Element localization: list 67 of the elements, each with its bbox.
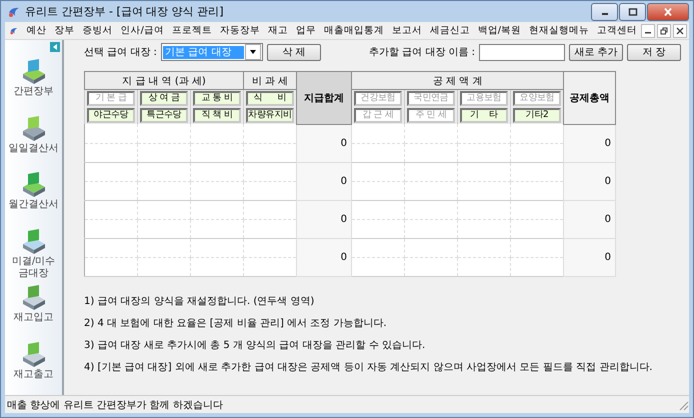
sidebar-item[interactable]: 간편장부 xyxy=(6,86,62,98)
menu-item[interactable]: 세금신고 xyxy=(426,24,474,37)
column-field[interactable]: 상 여 금 xyxy=(140,91,188,106)
menu-item[interactable]: 보고서 xyxy=(388,24,426,37)
column-field[interactable]: 기 타 xyxy=(460,108,508,123)
menu-item[interactable]: 매출매입통계 xyxy=(320,24,388,37)
menu-item[interactable]: 증빙서 xyxy=(78,24,117,37)
sidebar-item[interactable]: 월간결산서 xyxy=(6,199,62,211)
table-cell: 0 xyxy=(564,200,616,238)
name-input-field[interactable] xyxy=(479,44,565,60)
close-button[interactable] xyxy=(673,24,687,38)
table-cell: 0 xyxy=(296,162,352,200)
sidebar-item[interactable]: 일일결산서 xyxy=(6,142,62,154)
window-title: 유리트 간편장부 - [급여 대장 양식 관리] xyxy=(25,4,224,19)
restore-icon xyxy=(660,26,668,34)
note-text: 3) 급여 대장 새로 추가시에 총 5 개 양식의 급여 대장을 관리할 수 있습니다. xyxy=(84,338,426,352)
maximize-button[interactable] xyxy=(619,2,646,20)
menu-item[interactable]: 장부 xyxy=(50,24,79,37)
column-field[interactable]: 기타2 xyxy=(513,108,562,123)
collapse-button[interactable] xyxy=(50,42,60,52)
column-header: 지급합계 xyxy=(296,72,352,124)
table-cell: 0 xyxy=(564,124,616,162)
column-header: 비 과 세 xyxy=(244,72,296,90)
menu-item[interactable]: 재고 xyxy=(264,24,292,37)
sidebar-item[interactable]: 재고입고 xyxy=(6,312,62,324)
table-cell: 0 xyxy=(564,238,616,276)
column-header: 공 제 액 계 xyxy=(352,72,564,90)
column-field[interactable]: 식 비 xyxy=(246,91,294,106)
note-text: 2) 4 대 보험에 대한 요율은 [공제 비율 관리] 에서 조정 가능합니다. xyxy=(84,316,388,330)
column-field[interactable]: 야근수당 xyxy=(87,108,135,123)
table-cell: 0 xyxy=(296,200,352,238)
restore-button[interactable] xyxy=(657,24,671,38)
column-header: 지 급 내 역 (과 세) xyxy=(84,72,244,90)
menu-item[interactable]: 업무 xyxy=(292,24,320,37)
table-cell: 0 xyxy=(296,238,352,276)
table-cell: 0 xyxy=(296,124,352,162)
delete-button[interactable]: 삭 제 xyxy=(266,44,321,60)
left-arrow-icon xyxy=(51,43,59,51)
column-header: 공제총액 xyxy=(564,72,616,124)
note-text: 1) 급여 대장의 양식을 재설정합니다. (연두색 영역) xyxy=(84,294,316,308)
menu-item[interactable]: 자동장부 xyxy=(216,24,264,37)
close-icon xyxy=(676,26,684,34)
sidebar-item[interactable]: 재고출고 xyxy=(6,368,62,380)
column-field[interactable]: 차량유지비 xyxy=(246,108,294,123)
menu-item[interactable]: 인사/급여 xyxy=(116,24,168,37)
status-text: 매출 향상에 유리트 간편장부가 함께 하겠습니다 xyxy=(7,398,223,412)
minimize-button[interactable] xyxy=(641,24,655,38)
menu-item[interactable]: 현재실행메뉴 xyxy=(525,24,593,37)
resize-grip-icon[interactable] xyxy=(677,398,689,410)
column-field[interactable]: 특근수당 xyxy=(140,108,188,123)
add-button[interactable]: 새로 추가 xyxy=(569,44,623,60)
column-field[interactable]: 직 책 비 xyxy=(193,108,241,123)
close-button[interactable] xyxy=(647,2,689,20)
menu-item[interactable]: 고객센터 xyxy=(593,24,641,37)
sidebar-item[interactable]: 미결/미수 금대장 xyxy=(6,256,62,280)
column-field[interactable]: 교 통 비 xyxy=(193,91,241,106)
menu-item[interactable]: 예산 xyxy=(22,24,51,37)
maximize-icon xyxy=(628,8,638,16)
minimize-button[interactable] xyxy=(591,2,618,20)
menu-item[interactable]: 백업/복원 xyxy=(474,24,525,37)
menu-item[interactable]: 프로젝트 xyxy=(168,24,216,37)
select-label: 선택 급여 대장 : xyxy=(84,46,157,59)
note-text: 4) [기본 급여 대장] 외에 새로 추가한 급여 대장은 공제액 등이 자동 계산되지 않으며 사업장에서 모든 필드를 직접 관리합니다. xyxy=(84,360,654,374)
close-icon xyxy=(663,8,673,16)
save-button[interactable]: 저 장 xyxy=(627,44,681,60)
table-cell: 0 xyxy=(564,162,616,200)
name-label: 추가할 급여 대장 이름 : xyxy=(368,46,475,59)
